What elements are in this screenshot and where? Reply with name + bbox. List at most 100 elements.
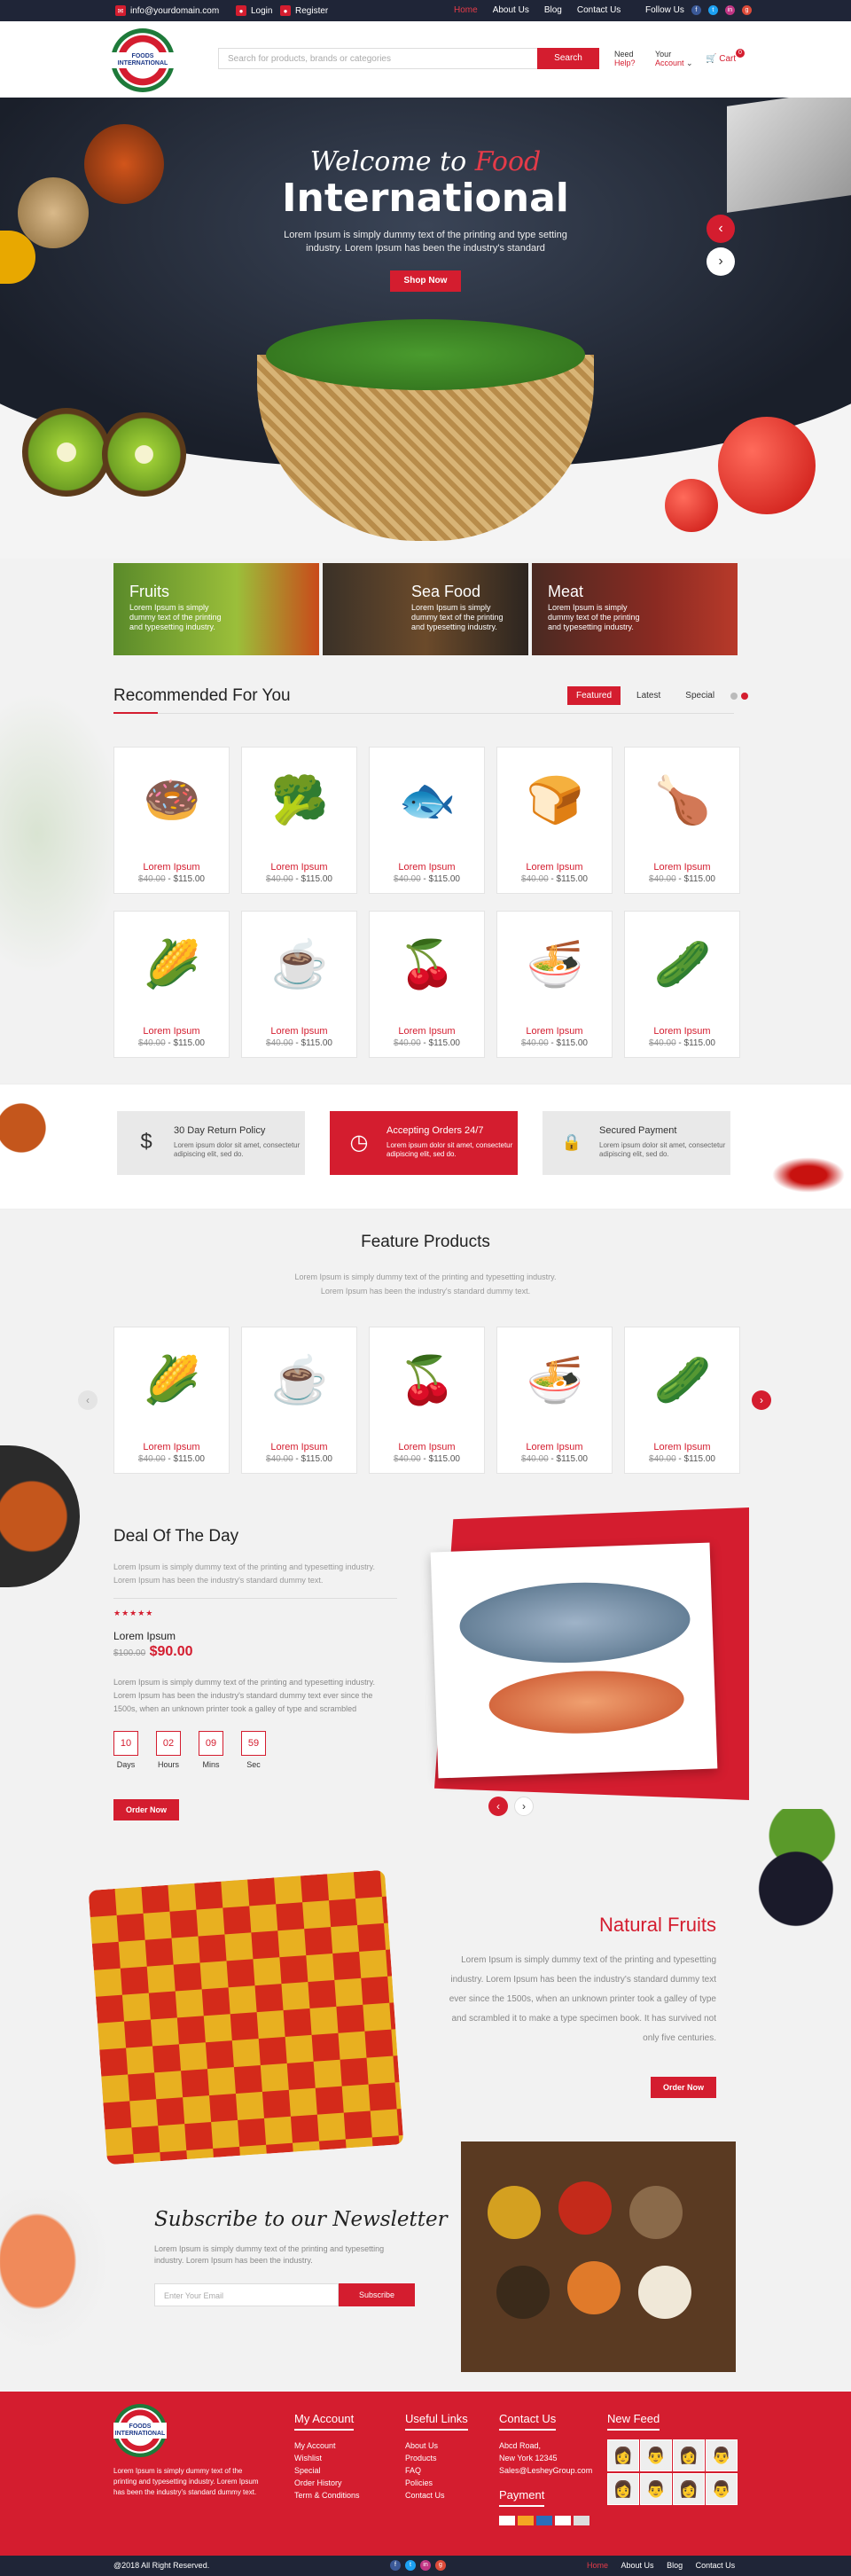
nav-about[interactable]: About Us	[493, 5, 529, 15]
register-link[interactable]: ● Register	[280, 5, 328, 16]
nav-home[interactable]: Home	[454, 5, 478, 15]
top-email[interactable]: ✉ info@yourdomain.com	[115, 5, 219, 16]
site-logo[interactable]: FOODS INTERNATIONAL	[111, 28, 175, 92]
product-image: 🥒	[653, 938, 712, 990]
google-plus-icon[interactable]: g	[435, 2560, 446, 2571]
tab-next-dot[interactable]	[741, 692, 749, 700]
footer-link[interactable]: Wishlist	[294, 2452, 360, 2464]
product-name[interactable]: Lorem Ipsum	[114, 862, 229, 873]
product-name[interactable]: Lorem Ipsum	[114, 1026, 229, 1037]
search-input[interactable]: Search for products, brands or categorie…	[218, 48, 537, 69]
help-link[interactable]: Need Help?	[614, 50, 636, 67]
footer-link[interactable]: Policies	[405, 2477, 468, 2489]
product-card[interactable]: 🥦 Lorem Ipsum $40.00 - $115.00	[241, 747, 357, 894]
feed-photo[interactable]: 👨	[706, 2439, 738, 2471]
product-card[interactable]: 🍒 Lorem Ipsum $40.00 - $115.00	[369, 911, 485, 1058]
tab-featured[interactable]: Featured	[567, 686, 621, 705]
product-card[interactable]: 🍗 Lorem Ipsum $40.00 - $115.00	[624, 747, 740, 894]
product-name[interactable]: Lorem Ipsum	[370, 1026, 484, 1037]
feed-photo[interactable]: 👨	[640, 2439, 672, 2471]
product-name[interactable]: Lorem Ipsum	[370, 862, 484, 873]
facebook-icon[interactable]: f	[390, 2560, 401, 2571]
account-dropdown[interactable]: Your Account ⌄	[655, 50, 693, 67]
product-name[interactable]: Lorem Ipsum	[242, 1026, 356, 1037]
visa-icon	[499, 2516, 515, 2525]
instagram-icon[interactable]: in	[724, 5, 735, 15]
hero-next-button[interactable]: ›	[707, 247, 735, 276]
product-card[interactable]: 🐟 Lorem Ipsum $40.00 - $115.00	[369, 747, 485, 894]
footer-link[interactable]: FAQ	[405, 2464, 468, 2477]
product-name[interactable]: Lorem Ipsum	[625, 1442, 739, 1452]
product-card[interactable]: 🍜 Lorem Ipsum $40.00 - $115.00	[496, 1327, 613, 1474]
hero-welcome: Welcome to Food	[309, 146, 542, 177]
product-card[interactable]: 🍞 Lorem Ipsum $40.00 - $115.00	[496, 747, 613, 894]
twitter-icon[interactable]: t	[707, 5, 718, 15]
product-card[interactable]: 🍩 Lorem Ipsum $40.00 - $115.00	[113, 747, 230, 894]
footer-email-link[interactable]: Sales@LesheyGroup.com	[499, 2464, 592, 2477]
product-name[interactable]: Lorem Ipsum	[242, 862, 356, 873]
subscribe-button[interactable]: Subscribe	[339, 2283, 415, 2306]
nav-blog[interactable]: Blog	[544, 5, 562, 15]
instagram-icon[interactable]: in	[420, 2560, 431, 2571]
product-card[interactable]: ☕ Lorem Ipsum $40.00 - $115.00	[241, 911, 357, 1058]
footer-link[interactable]: Products	[405, 2452, 468, 2464]
footer-nav-about[interactable]: About Us	[621, 2561, 654, 2570]
product-name[interactable]: Lorem Ipsum	[625, 862, 739, 873]
tab-prev-dot[interactable]	[730, 692, 738, 700]
category-sea-food[interactable]: Sea Food Lorem Ipsum is simply dummy text…	[323, 563, 528, 655]
footer-logo[interactable]: FOODS INTERNATIONAL	[113, 2404, 167, 2457]
footer-nav-home[interactable]: Home	[587, 2561, 608, 2570]
deal-next-button[interactable]: ›	[514, 1797, 534, 1816]
category-meat[interactable]: Meat Lorem Ipsum is simply dummy text of …	[532, 563, 738, 655]
twitter-icon[interactable]: t	[405, 2560, 416, 2571]
feed-photo[interactable]: 👩	[607, 2439, 639, 2471]
login-link[interactable]: ● Login	[236, 5, 272, 16]
footer-link[interactable]: Term & Conditions	[294, 2489, 360, 2502]
footer-link[interactable]: Order History	[294, 2477, 360, 2489]
footer-link[interactable]: Special	[294, 2464, 360, 2477]
deal-order-now-button[interactable]: Order Now	[113, 1799, 179, 1820]
product-card[interactable]: ☕ Lorem Ipsum $40.00 - $115.00	[241, 1327, 357, 1474]
nav-contact[interactable]: Contact Us	[577, 5, 621, 15]
product-name[interactable]: Lorem Ipsum	[497, 1442, 612, 1452]
category-fruits[interactable]: Fruits Lorem Ipsum is simply dummy text o…	[113, 563, 319, 655]
shop-now-button[interactable]: Shop Now	[390, 270, 461, 292]
product-name[interactable]: Lorem Ipsum	[497, 1026, 612, 1037]
product-name[interactable]: Lorem Ipsum	[114, 1442, 229, 1452]
feed-photo[interactable]: 👩	[673, 2473, 705, 2505]
footer-link[interactable]: My Account	[294, 2439, 360, 2452]
feed-photo[interactable]: 👨	[640, 2473, 672, 2505]
footer-link[interactable]: About Us	[405, 2439, 468, 2452]
product-name[interactable]: Lorem Ipsum	[242, 1442, 356, 1452]
footer-nav-contact[interactable]: Contact Us	[696, 2561, 736, 2570]
timer-days: 10	[113, 1731, 138, 1756]
newsletter-email-input[interactable]: Enter Your Email	[154, 2283, 339, 2306]
deal-prev-button[interactable]: ‹	[488, 1797, 508, 1816]
product-card[interactable]: 🥒 Lorem Ipsum $40.00 - $115.00	[624, 911, 740, 1058]
facebook-icon[interactable]: f	[691, 5, 701, 15]
product-card[interactable]: 🍒 Lorem Ipsum $40.00 - $115.00	[369, 1327, 485, 1474]
tab-special[interactable]: Special	[676, 686, 723, 705]
product-card[interactable]: 🥒 Lorem Ipsum $40.00 - $115.00	[624, 1327, 740, 1474]
product-name[interactable]: Lorem Ipsum	[370, 1442, 484, 1452]
cart-button[interactable]: 🛒 Cart 0	[706, 49, 745, 64]
spice-plate-image	[0, 1445, 80, 1587]
feed-photo[interactable]: 👩	[607, 2473, 639, 2505]
product-card[interactable]: 🌽 Lorem Ipsum $40.00 - $115.00	[113, 911, 230, 1058]
product-name[interactable]: Lorem Ipsum	[625, 1026, 739, 1037]
footer-link[interactable]: Contact Us	[405, 2489, 468, 2502]
feed-photo[interactable]: 👩	[673, 2439, 705, 2471]
product-card[interactable]: 🍜 Lorem Ipsum $40.00 - $115.00	[496, 911, 613, 1058]
tab-latest[interactable]: Latest	[628, 686, 669, 705]
hero-prev-button[interactable]: ‹	[707, 215, 735, 243]
carousel-next-button[interactable]: ›	[752, 1390, 771, 1410]
product-name[interactable]: Lorem Ipsum	[497, 862, 612, 873]
search-button[interactable]: Search	[537, 48, 599, 69]
feed-photo[interactable]: 👨	[706, 2473, 738, 2505]
footer-nav: Home About Us Blog Contact Us	[582, 2561, 740, 2570]
product-card[interactable]: 🌽 Lorem Ipsum $40.00 - $115.00	[113, 1327, 230, 1474]
natural-order-now-button[interactable]: Order Now	[651, 2077, 716, 2098]
google-plus-icon[interactable]: g	[741, 5, 752, 15]
carousel-prev-button[interactable]: ‹	[78, 1390, 98, 1410]
footer-nav-blog[interactable]: Blog	[667, 2561, 683, 2570]
